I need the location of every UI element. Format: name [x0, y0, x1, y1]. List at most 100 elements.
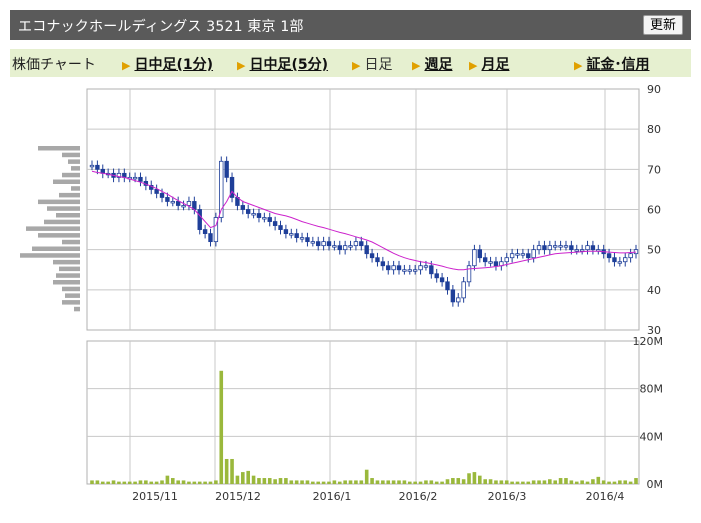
- volume-profile-bar: [32, 246, 80, 251]
- volume-bar: [257, 478, 261, 484]
- volume-bar: [580, 480, 584, 484]
- candle-body: [488, 261, 493, 264]
- volume-bar: [294, 480, 299, 484]
- candle-body: [262, 217, 267, 220]
- candle-body: [299, 237, 305, 240]
- candle-body: [423, 265, 429, 268]
- volume-profile-bar: [71, 186, 80, 191]
- volume-profile-bar: [20, 253, 80, 258]
- volume-bar: [381, 480, 385, 484]
- volume-profile-bar: [53, 179, 80, 184]
- candle-body: [369, 253, 375, 259]
- volume-bar: [289, 480, 294, 484]
- candle-body: [504, 257, 509, 263]
- candle-body: [418, 265, 423, 271]
- volume-bar: [445, 479, 450, 484]
- volume-bar: [488, 479, 493, 484]
- candle-body: [337, 245, 342, 251]
- candle-body: [493, 261, 499, 267]
- volume-bar: [343, 480, 347, 484]
- volume-bar: [181, 480, 186, 484]
- volume-profile-bar: [71, 166, 80, 171]
- candle-body: [278, 225, 283, 230]
- volume-tick-label: 0M: [647, 478, 664, 491]
- candle-body: [326, 241, 332, 247]
- volume-bar: [418, 481, 423, 484]
- volume-bar: [327, 481, 331, 484]
- volume-bar: [235, 475, 240, 484]
- volume-bar: [521, 481, 525, 484]
- volume-bar: [585, 481, 590, 484]
- volume-bar: [117, 481, 121, 484]
- volume-bar: [321, 481, 326, 484]
- candle-body: [509, 253, 515, 259]
- volume-bar: [558, 478, 563, 484]
- volume-profile-bar: [59, 192, 80, 198]
- candle-body: [429, 265, 434, 275]
- volume-bar: [483, 479, 487, 484]
- candle-body: [181, 205, 186, 208]
- candle-body: [245, 209, 251, 214]
- volume-bar: [354, 480, 358, 484]
- candle-body: [316, 241, 321, 247]
- volume-bar: [197, 481, 202, 484]
- candle-body: [380, 261, 386, 267]
- x-tick-label: 2016/3: [488, 490, 527, 503]
- volume-bar: [187, 481, 191, 484]
- volume-bar: [424, 480, 428, 484]
- volume-tick-label: 40M: [640, 430, 664, 443]
- volume-profile-bar: [68, 159, 80, 164]
- volume-tick-label: 120M: [633, 335, 664, 348]
- candle-body: [197, 209, 202, 230]
- candle-body: [364, 245, 369, 255]
- candle-body: [439, 277, 445, 283]
- volume-bar: [370, 478, 374, 484]
- candle-body: [283, 229, 289, 234]
- candle-body: [472, 249, 477, 267]
- volume-bar: [316, 481, 321, 484]
- volume-profile-bar: [62, 300, 80, 305]
- candle-body: [482, 257, 488, 263]
- candle-body: [154, 189, 159, 194]
- volume-bar: [160, 480, 164, 484]
- candle-body: [332, 245, 337, 248]
- candle-body: [563, 245, 569, 248]
- volume-bar: [623, 480, 628, 484]
- volume-bar: [461, 479, 466, 484]
- volume-bar: [494, 480, 498, 484]
- candle-body: [321, 241, 326, 247]
- candle-body: [606, 253, 612, 259]
- candle-body: [240, 205, 246, 210]
- candle-body: [526, 253, 531, 259]
- volume-bar: [192, 481, 197, 484]
- volume-bar: [548, 479, 552, 484]
- volume-bar: [219, 370, 224, 484]
- x-tick-label: 2016/1: [313, 490, 352, 503]
- volume-bar: [278, 478, 283, 484]
- volume-bar: [100, 481, 105, 484]
- candle-body: [353, 241, 359, 247]
- volume-bar: [149, 481, 154, 484]
- volume-bar: [391, 480, 396, 484]
- volume-profile-bar: [62, 286, 80, 292]
- candle-body: [396, 265, 402, 271]
- candle-body: [553, 245, 558, 248]
- volume-bar: [429, 480, 434, 484]
- volume-profile-bar: [65, 293, 80, 298]
- candle-body: [170, 201, 175, 204]
- volume-bar: [359, 480, 364, 484]
- price-tick-label: 80: [647, 123, 661, 136]
- volume-bar: [601, 480, 606, 484]
- candle-body: [267, 217, 272, 222]
- candle-body: [445, 281, 450, 291]
- volume-bar: [165, 475, 170, 484]
- volume-profile-bar: [26, 226, 80, 231]
- volume-profile-bar: [38, 199, 80, 205]
- volume-bar: [440, 481, 444, 484]
- volume-bar: [472, 472, 477, 484]
- volume-bar: [262, 478, 267, 484]
- candle-body: [466, 265, 472, 283]
- candle-body: [256, 213, 262, 218]
- candle-body: [272, 221, 278, 226]
- volume-bar: [591, 479, 595, 484]
